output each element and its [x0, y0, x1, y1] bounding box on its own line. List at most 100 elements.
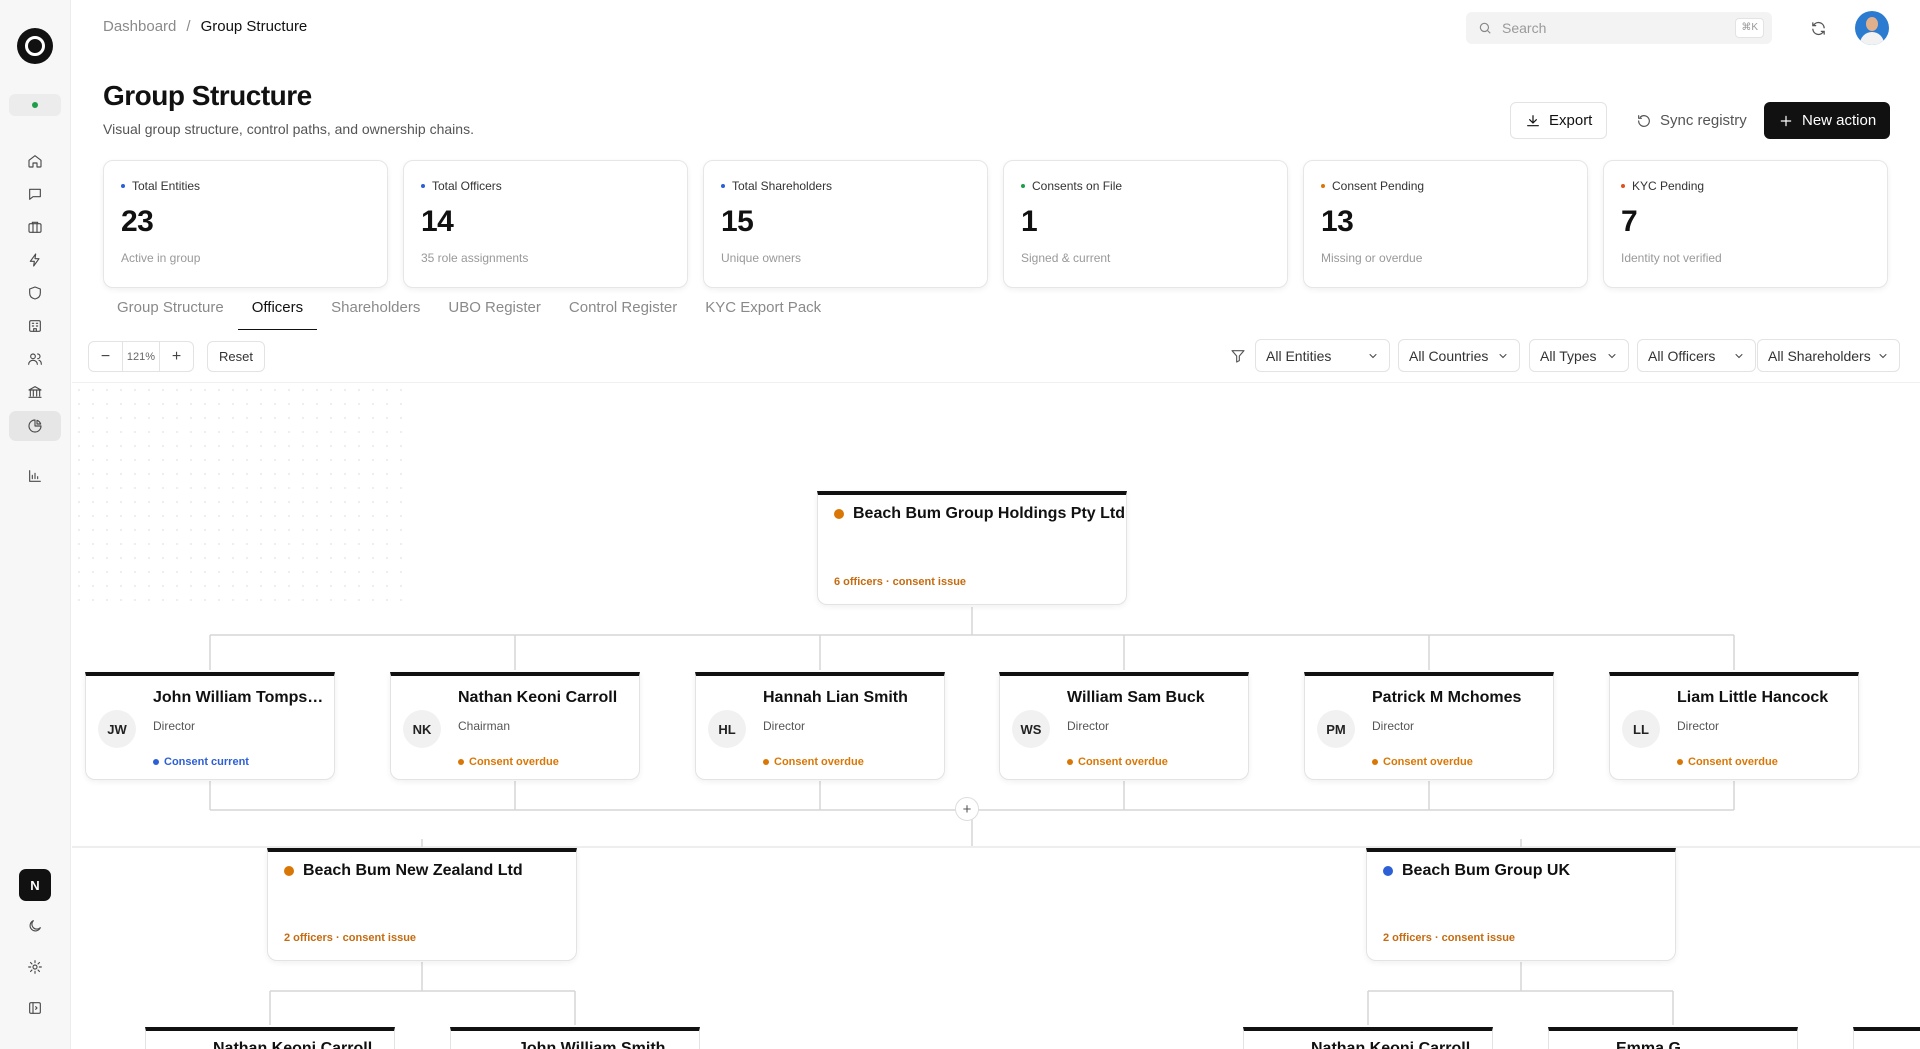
- entity-name: Beach Bum Group UK: [1402, 862, 1571, 879]
- tab-group-structure[interactable]: Group Structure: [103, 293, 238, 330]
- page-subtitle: Visual group structure, control paths, a…: [103, 121, 474, 137]
- officer-card-partial[interactable]: John William Smith: [450, 1027, 700, 1049]
- officer-card[interactable]: NK Nathan Keoni Carroll Chairman Consent…: [390, 672, 640, 780]
- officer-role: Chairman: [458, 719, 511, 733]
- sidebar-item-messages[interactable]: [9, 179, 61, 209]
- stat-dot: [721, 184, 725, 188]
- officer-initials: NK: [403, 710, 441, 748]
- zoom-in-button[interactable]: +: [160, 342, 193, 371]
- search-box[interactable]: ⌘K: [1466, 12, 1772, 44]
- sidebar-item-entities[interactable]: [9, 311, 61, 341]
- refresh-button[interactable]: [1806, 16, 1830, 40]
- officer-card[interactable]: JW John William Tompsh... Director Conse…: [85, 672, 335, 780]
- stat-value: 15: [721, 205, 754, 238]
- officer-card-partial[interactable]: Emma G: [1548, 1027, 1798, 1049]
- breadcrumb-current: Group Structure: [200, 18, 308, 35]
- stat-card-consent-pending[interactable]: Consent Pending 13 Missing or overdue: [1303, 160, 1588, 288]
- filter-shareholders-select[interactable]: All Shareholders: [1757, 339, 1900, 372]
- entity-node-subsidiary[interactable]: Beach Bum New Zealand Ltd 2 officers · c…: [267, 848, 577, 961]
- stat-card-consents-on-file[interactable]: Consents on File 1 Signed & current: [1003, 160, 1288, 288]
- chevron-down-icon: [1879, 353, 1887, 358]
- tab-officers[interactable]: Officers: [237, 293, 318, 330]
- stat-dot: [1321, 184, 1325, 188]
- officer-card-partial[interactable]: Nathan Keoni Carroll: [1243, 1027, 1493, 1049]
- sidebar-toggle-icon: [29, 1002, 41, 1014]
- stat-note: Unique owners: [721, 251, 802, 265]
- download-icon: [1527, 114, 1539, 126]
- filter-entities-value: All Entities: [1266, 347, 1332, 364]
- breadcrumb-root[interactable]: Dashboard: [103, 18, 176, 35]
- officer-card[interactable]: PM Patrick M Mchomes Director Consent ov…: [1304, 672, 1554, 780]
- sidebar-item-collapse[interactable]: [9, 993, 61, 1023]
- entity-status-dot: [284, 866, 294, 876]
- tab-ubo-register[interactable]: UBO Register: [434, 293, 555, 330]
- filter-types-value: All Types: [1540, 347, 1597, 364]
- officer-initials: PM: [1317, 710, 1355, 748]
- sidebar-item-briefcase[interactable]: [9, 212, 61, 242]
- new-action-button[interactable]: New action: [1764, 102, 1891, 139]
- filter-entities-select[interactable]: All Entities: [1255, 339, 1390, 372]
- stat-value: 7: [1621, 205, 1638, 238]
- export-button[interactable]: Export: [1510, 102, 1608, 139]
- sidebar-item-home[interactable]: [9, 146, 61, 176]
- officer-card[interactable]: WS William Sam Buck Director Consent ove…: [999, 672, 1249, 780]
- tab-control-register[interactable]: Control Register: [555, 293, 691, 330]
- structure-canvas[interactable]: Beach Bum Group Holdings Pty Ltd 6 offic…: [72, 382, 1920, 1049]
- sidebar-item-settings[interactable]: [9, 952, 61, 982]
- avatar[interactable]: [1855, 11, 1889, 45]
- stat-card-total-shareholders[interactable]: Total Shareholders 15 Unique owners: [703, 160, 988, 288]
- add-node-button[interactable]: +: [955, 797, 979, 821]
- stat-card-total-officers[interactable]: Total Officers 14 35 role assignments: [403, 160, 688, 288]
- search-icon: [1479, 22, 1491, 34]
- consent-dot: [1067, 759, 1073, 765]
- app-logo[interactable]: [17, 28, 53, 64]
- sidebar-item-group-structure[interactable]: [9, 411, 61, 441]
- sidebar-item-security[interactable]: [9, 278, 61, 308]
- tab-bar: Group Structure Officers Shareholders UB…: [103, 293, 835, 331]
- filter-countries-value: All Countries: [1409, 347, 1489, 364]
- entity-meta: 2 officers · consent issue: [284, 932, 417, 944]
- officer-consent: Consent overdue: [469, 756, 559, 768]
- tab-kyc-export-pack[interactable]: KYC Export Pack: [691, 293, 835, 330]
- user-initial-chip[interactable]: N: [19, 869, 51, 901]
- officer-card-partial[interactable]: Nathan Keoni Carroll: [145, 1027, 395, 1049]
- consent-dot: [763, 759, 769, 765]
- officer-name: Nathan Keoni Carroll: [213, 1040, 373, 1049]
- stat-card-total-entities[interactable]: Total Entities 23 Active in group: [103, 160, 388, 288]
- officer-card-partial[interactable]: [1853, 1027, 1920, 1049]
- officer-name: John William Tompsh...: [153, 689, 328, 706]
- officer-name: Nathan Keoni Carroll: [1311, 1040, 1471, 1049]
- stat-value: 14: [421, 205, 454, 238]
- building-icon: [29, 320, 41, 332]
- zoom-control: − 121% +: [88, 341, 194, 372]
- search-input[interactable]: [1502, 20, 1732, 36]
- sidebar-item-registry[interactable]: [9, 377, 61, 407]
- officer-consent: Consent overdue: [1078, 756, 1168, 768]
- tab-shareholders[interactable]: Shareholders: [317, 293, 434, 330]
- officer-card[interactable]: LL Liam Little Hancock Director Consent …: [1609, 672, 1859, 780]
- stat-label: Total Shareholders: [732, 179, 833, 193]
- sync-registry-button[interactable]: Sync registry: [1622, 102, 1761, 139]
- stat-dot: [1021, 184, 1025, 188]
- reset-zoom-button[interactable]: Reset: [207, 341, 265, 372]
- officer-card[interactable]: HL Hannah Lian Smith Director Consent ov…: [695, 672, 945, 780]
- filter-types-select[interactable]: All Types: [1529, 339, 1629, 372]
- filter-countries-select[interactable]: All Countries: [1398, 339, 1520, 372]
- stat-dot: [121, 184, 125, 188]
- sidebar-item-people[interactable]: [9, 344, 61, 374]
- officer-role: Director: [1372, 719, 1415, 733]
- sync-icon: [1638, 114, 1650, 127]
- entity-node-root[interactable]: Beach Bum Group Holdings Pty Ltd 6 offic…: [817, 491, 1127, 605]
- sidebar-item-reports[interactable]: [9, 461, 61, 491]
- sidebar-item-theme[interactable]: [9, 911, 61, 941]
- filter-officers-select[interactable]: All Officers: [1637, 339, 1756, 372]
- stat-note: Signed & current: [1021, 251, 1111, 265]
- chevron-down-icon: [1369, 353, 1377, 358]
- stat-card-kyc-pending[interactable]: KYC Pending 7 Identity not verified: [1603, 160, 1888, 288]
- zoom-out-button[interactable]: −: [89, 342, 122, 371]
- entity-node-subsidiary[interactable]: Beach Bum Group UK 2 officers · consent …: [1366, 848, 1676, 961]
- officer-initials: JW: [98, 710, 136, 748]
- sidebar-item-actions[interactable]: [9, 245, 61, 275]
- officer-name: Emma G: [1616, 1040, 1681, 1049]
- officer-role: Director: [1067, 719, 1110, 733]
